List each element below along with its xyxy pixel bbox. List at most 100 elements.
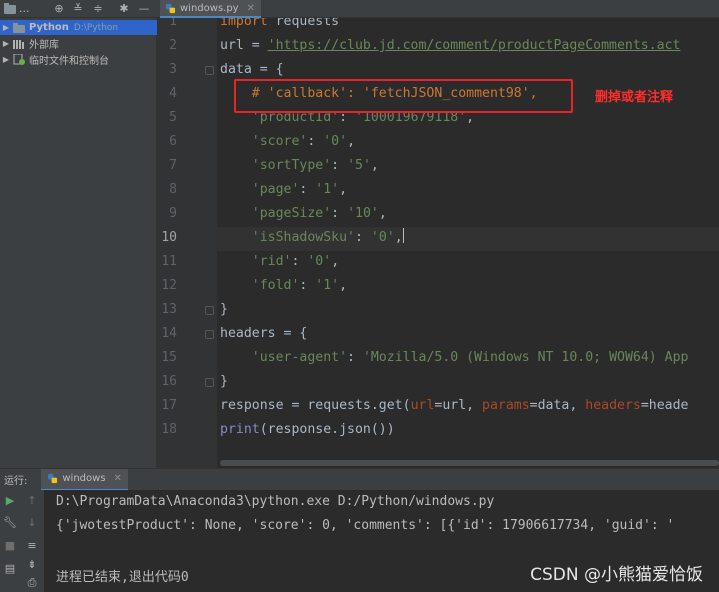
project-view-selector[interactable]: ... [4,2,30,15]
tree-item-label: 外部库 [29,40,59,51]
soft-wrap-icon[interactable]: ≡ [25,539,39,553]
code-token: 'https://club.jd.com/comment/productPage… [267,38,681,53]
print-icon[interactable]: ⎙ [25,576,39,590]
code-line: 'user-agent': 'Mozilla/5.0 (Windows NT 1… [220,346,689,370]
code-token: } [220,374,228,389]
code-token: : [331,206,348,221]
code-token: : [331,158,348,173]
run-tab-windows[interactable]: windows ✕ [41,468,128,491]
line-number: 4 [169,86,177,101]
play-icon[interactable]: ▶ [3,494,17,508]
output-command-line: D:\ProgramData\Anaconda3\python.exe D:/P… [56,494,495,509]
chevron-right-icon[interactable]: ▶ [0,39,12,48]
close-tab-icon[interactable]: ✕ [247,3,255,14]
tree-item-scratches[interactable]: ▶ 临时文件和控制台 [0,52,157,67]
code-token: , [331,254,340,269]
watermark: CSDN @小熊猫爱恰饭 [530,565,703,585]
code-token: 'rid' [251,254,292,269]
code-token: '0' [307,254,332,269]
output-exit-line: 进程已结束,退出代码0 [56,570,189,585]
code-token: : [291,254,308,269]
line-number: 15 [161,350,177,365]
code-token: url [410,398,435,413]
run-tab-label: windows [62,473,106,484]
code-editor[interactable]: 1 2 3 4 5 6 7 8 9 10 11 12 13 14 15 16 17 18 import reque… [157,18,719,468]
output-result-line: {'jwotestProduct': None, 'score': 0, 'co… [56,518,675,533]
code-token: params [482,398,530,413]
tree-item-python[interactable]: ▶ Python D:\Python [0,20,157,35]
code-token: , [339,278,348,293]
code-line: url = 'https://club.jd.com/comment/produ… [220,34,681,58]
code-token: response = requests.get( [220,398,411,413]
code-line: 'score': '0', [220,130,355,154]
code-token: 'page' [251,182,300,197]
code-line: 'sortType': '5', [220,154,379,178]
code-line: print(response.json()) [220,418,395,442]
code-token: 'Mozilla/5.0 (Windows NT 10.0; WOW64) Ap… [362,350,689,365]
fold-column [200,18,217,468]
scratches-icon [12,54,26,65]
code-token: '1' [315,182,340,197]
code-line: headers = { [220,322,307,346]
chevron-right-icon[interactable]: ▶ [0,23,12,32]
run-toolbar: ▶ ↑ 🔧︎ ↓ ■ ≡ ▤ ⇟ ⎙ [0,490,44,592]
locate-icon[interactable]: ⊕ [52,2,66,16]
code-token: url = [220,38,268,53]
code-token: =heade [640,398,689,413]
project-folder-icon [4,3,16,14]
minus-icon[interactable]: — [137,2,151,16]
code-token: =url, [434,398,483,413]
code-token: 'user-agent' [251,350,348,365]
line-number: 8 [169,182,177,197]
run-panel-header: 运行: windows ✕ [0,468,719,491]
collapse-all-icon[interactable]: ≑ [91,2,105,16]
line-number: 16 [161,374,177,389]
expand-all-icon[interactable]: ≚ [71,2,85,16]
code-token: : [347,350,363,365]
line-number: 10 [161,230,177,245]
code-token: headers [585,398,641,413]
fold-marker-icon[interactable] [205,330,214,339]
code-token: '0' [323,134,348,149]
code-line: import requests [220,18,339,34]
layout-icon[interactable]: ▤ [3,562,17,576]
code-token: } [220,302,228,317]
line-number: 2 [169,38,177,53]
code-token: 'score' [251,134,308,149]
close-tab-icon[interactable]: ✕ [114,473,122,484]
arrow-down-icon[interactable]: ↓ [25,516,39,530]
code-token: (response.json()) [259,422,395,437]
fold-marker-icon[interactable] [205,378,214,387]
code-token: data = { [220,62,284,77]
wrench-icon[interactable]: 🔧︎ [3,516,17,530]
fold-marker-icon[interactable] [205,66,214,75]
scroll-to-end-icon[interactable]: ⇟ [25,558,39,572]
run-label: 运行: [4,476,28,487]
editor-tab-windows-py[interactable]: windows.py ✕ [160,0,261,18]
code-token: : [354,230,371,245]
line-number: 3 [169,62,177,77]
line-number: 9 [169,206,177,221]
tree-item-path: D:\Python [73,22,119,33]
code-token: : [307,134,324,149]
gear-icon[interactable]: ✱ [117,2,131,16]
line-number: 6 [169,134,177,149]
code-line: 'pageSize': '10', [220,202,387,226]
tree-item-external-libraries[interactable]: ▶ 外部库 [0,36,157,51]
arrow-up-icon[interactable]: ↑ [25,494,39,508]
code-token: print [220,422,260,437]
library-icon [12,38,26,49]
horizontal-scrollbar[interactable] [220,460,719,466]
line-number: 11 [161,254,177,269]
line-number: 14 [161,326,177,341]
editor-tab-label: windows.py [180,2,239,14]
stop-icon[interactable]: ■ [3,539,17,553]
code-token: , [378,206,387,221]
chevron-right-icon[interactable]: ▶ [0,55,12,64]
fold-marker-icon[interactable] [205,306,214,315]
